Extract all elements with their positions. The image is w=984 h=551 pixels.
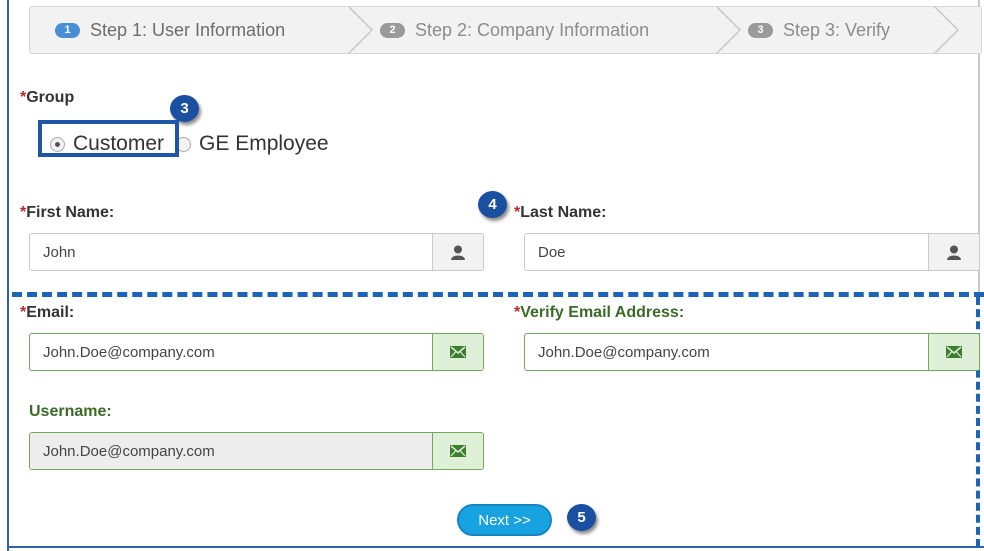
step-number-badge: 1 (55, 22, 80, 38)
callout-marker-3: 3 (170, 95, 199, 122)
frame-left-line (7, 0, 9, 551)
username-field[interactable]: John.Doe@company.com (29, 432, 484, 470)
user-icon (928, 234, 979, 270)
last-name-label: *Last Name: (514, 204, 607, 221)
first-name-label: *First Name: (20, 204, 115, 221)
last-name-field[interactable]: Doe (524, 233, 980, 271)
username-value[interactable]: John.Doe@company.com (30, 433, 432, 469)
group-label: *Group (20, 89, 75, 106)
wizard-step-2[interactable]: 2 Step 2: Company Information (380, 7, 649, 53)
callout-marker-5: 5 (567, 504, 596, 531)
email-field[interactable]: John.Doe@company.com (29, 333, 484, 371)
first-name-field[interactable]: John (29, 233, 484, 271)
verify-email-label: *Verify Email Address: (514, 304, 685, 321)
radio-ge-employee-label[interactable]: GE Employee (199, 132, 329, 156)
frame-bottom-line (7, 546, 984, 548)
wizard-steps: 1 Step 1: User Information 2 Step 2: Com… (29, 6, 982, 54)
email-value[interactable]: John.Doe@company.com (30, 334, 432, 370)
dashed-highlight-top (12, 292, 984, 297)
user-icon (432, 234, 483, 270)
callout-marker-4: 4 (478, 191, 507, 218)
highlight-box-customer (38, 120, 179, 157)
wizard-step-3[interactable]: 3 Step 3: Verify (748, 7, 890, 53)
email-label: *Email: (20, 304, 75, 321)
first-name-value[interactable]: John (30, 234, 432, 270)
step-label: Step 1: User Information (90, 19, 286, 40)
username-label: Username: (29, 403, 112, 420)
envelope-icon (928, 334, 979, 370)
step-separator-chevron (933, 7, 960, 53)
step-number-badge: 2 (380, 22, 405, 38)
wizard-step-1[interactable]: 1 Step 1: User Information (55, 7, 285, 53)
step-label: Step 2: Company Information (415, 19, 650, 40)
step-number-badge: 3 (748, 22, 773, 38)
verify-email-value[interactable]: John.Doe@company.com (525, 334, 928, 370)
last-name-value[interactable]: Doe (525, 234, 928, 270)
step-label: Step 3: Verify (783, 19, 891, 40)
envelope-icon (432, 334, 483, 370)
envelope-icon (432, 433, 483, 469)
next-button[interactable]: Next >> (457, 504, 552, 536)
verify-email-field[interactable]: John.Doe@company.com (524, 333, 980, 371)
